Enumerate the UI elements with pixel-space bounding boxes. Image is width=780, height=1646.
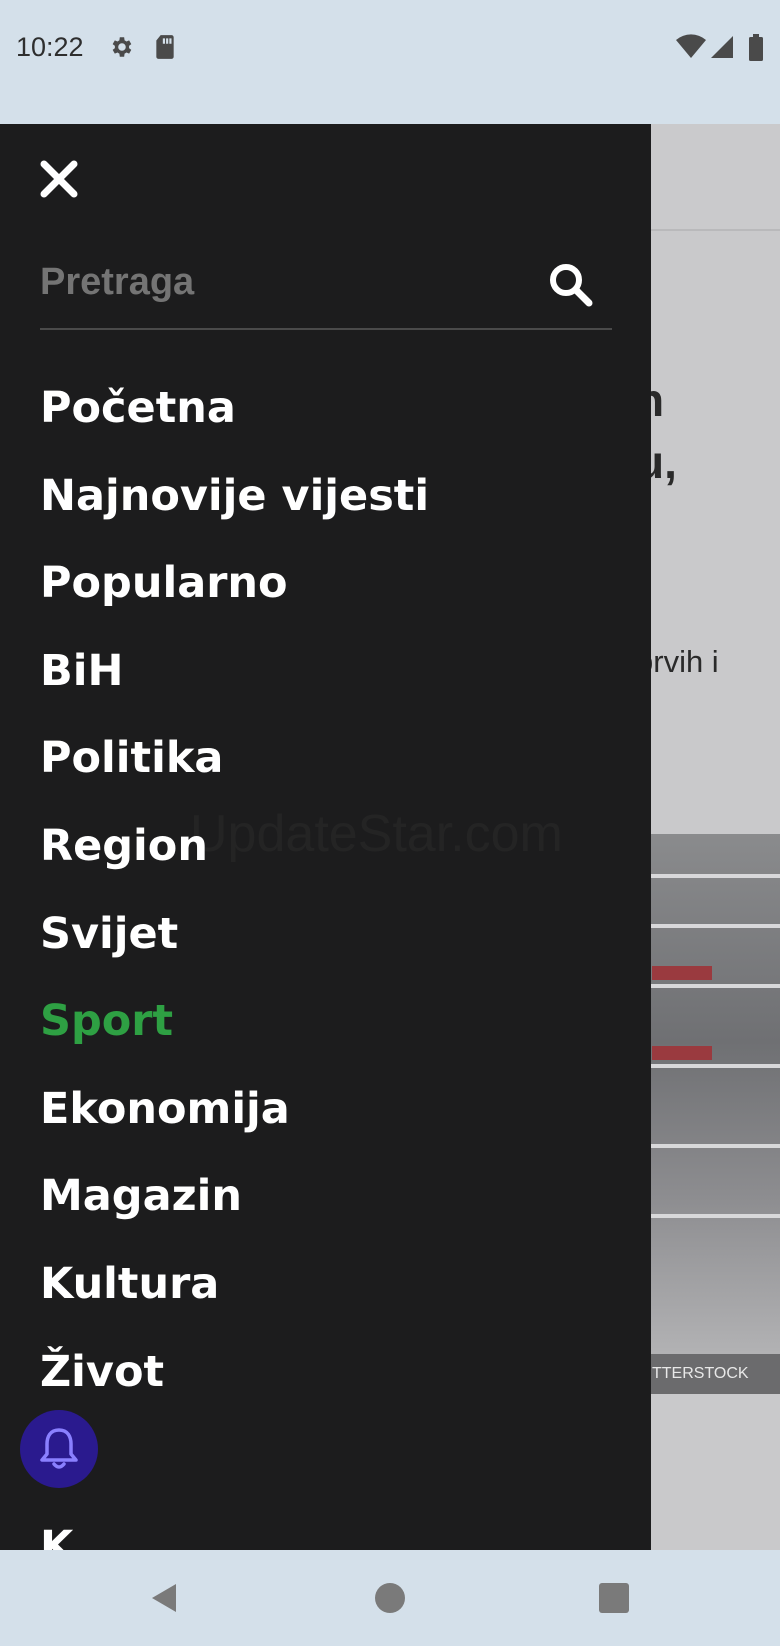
back-icon[interactable] <box>144 1578 184 1618</box>
battery-icon <box>749 34 763 61</box>
menu-item-zivot[interactable]: Život <box>40 1342 429 1430</box>
status-time: 10:22 <box>16 32 84 62</box>
menu-item-ekonomija[interactable]: Ekonomija <box>40 1079 429 1167</box>
status-bar: 10:22 <box>0 0 780 124</box>
menu-item-kultura[interactable]: Kultura <box>40 1254 429 1342</box>
menu-item-bih[interactable]: BiH <box>40 641 429 729</box>
menu-item-partial-k[interactable]: K <box>40 1517 429 1550</box>
menu-item-pocetna[interactable]: Početna <box>40 378 429 466</box>
search-icon[interactable] <box>546 260 594 308</box>
bell-icon <box>40 1428 78 1469</box>
menu-item-magazin[interactable]: Magazin <box>40 1166 429 1254</box>
system-nav-bar <box>0 1550 780 1646</box>
menu-item-najnovije-vijesti[interactable]: Najnovije vijesti <box>40 466 429 554</box>
navigation-drawer: UpdateStar.com Početna Najnovije vijesti… <box>0 124 651 1550</box>
menu-item-popularno[interactable]: Popularno <box>40 553 429 641</box>
menu-item-region[interactable]: Region <box>40 816 429 904</box>
menu-item-politika[interactable]: Politika <box>40 728 429 816</box>
menu-item-partial-i[interactable]: I <box>40 1429 429 1517</box>
search-bar <box>40 244 612 330</box>
notification-bell-button[interactable] <box>20 1410 98 1488</box>
sd-card-icon <box>156 35 174 59</box>
menu-item-sport[interactable]: Sport <box>40 991 429 1079</box>
background-photo <box>640 834 780 1354</box>
recents-icon[interactable] <box>594 1578 634 1618</box>
home-icon[interactable] <box>370 1578 410 1618</box>
signal-icon <box>711 36 733 58</box>
gear-icon <box>112 37 132 57</box>
search-input[interactable] <box>40 244 520 320</box>
close-icon[interactable] <box>38 158 80 200</box>
drawer-menu: Početna Najnovije vijesti Popularno BiH … <box>40 378 429 1550</box>
menu-item-svijet[interactable]: Svijet <box>40 904 429 992</box>
photo-caption: TTERSTOCK <box>640 1354 780 1394</box>
wifi-icon <box>676 34 706 58</box>
